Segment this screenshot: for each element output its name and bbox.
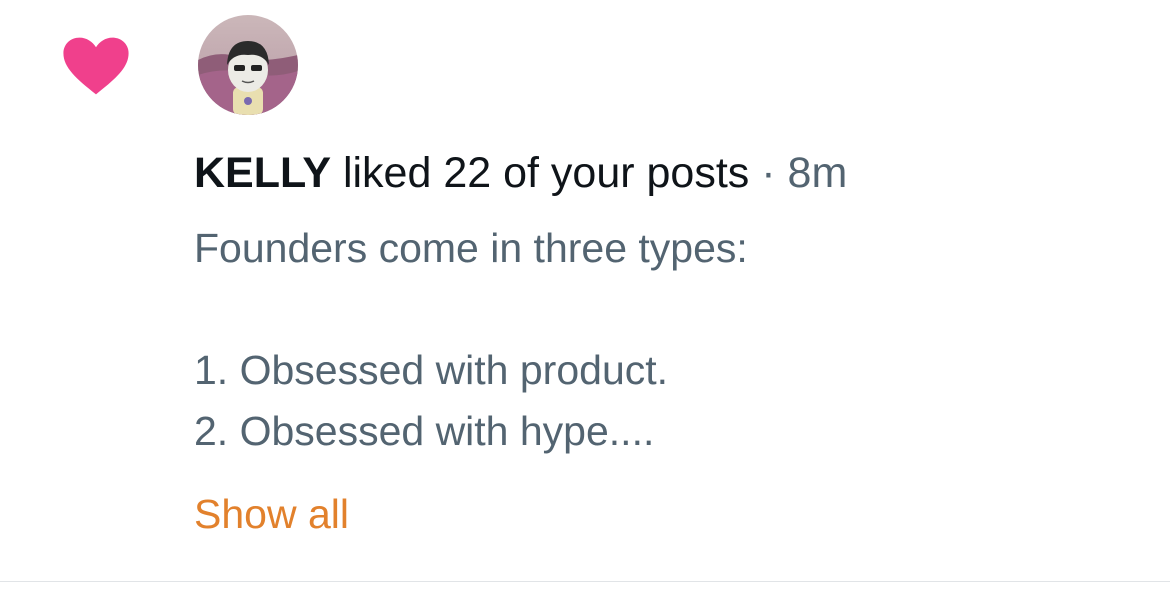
post-line: Founders come in three types:	[194, 225, 748, 271]
timestamp: 8m	[787, 149, 848, 197]
heart-icon	[63, 37, 129, 95]
post-line	[194, 279, 748, 340]
post-preview[interactable]: Founders come in three types: 1. Obsesse…	[194, 218, 748, 462]
post-line: 1. Obsessed with product.	[194, 347, 669, 393]
action-text: liked 22 of your posts	[342, 149, 750, 197]
avatar[interactable]	[198, 15, 298, 115]
user-name[interactable]: KELLY	[194, 149, 331, 197]
post-line: 2. Obsessed with hype....	[194, 408, 655, 454]
like-notification[interactable]: KELLY liked 22 of your posts · 8m Founde…	[0, 0, 1170, 596]
show-all-link[interactable]: Show all	[194, 486, 349, 542]
divider	[0, 581, 1170, 582]
separator: ·	[761, 149, 776, 197]
notification-headline: KELLY liked 22 of your posts · 8m	[194, 147, 847, 199]
